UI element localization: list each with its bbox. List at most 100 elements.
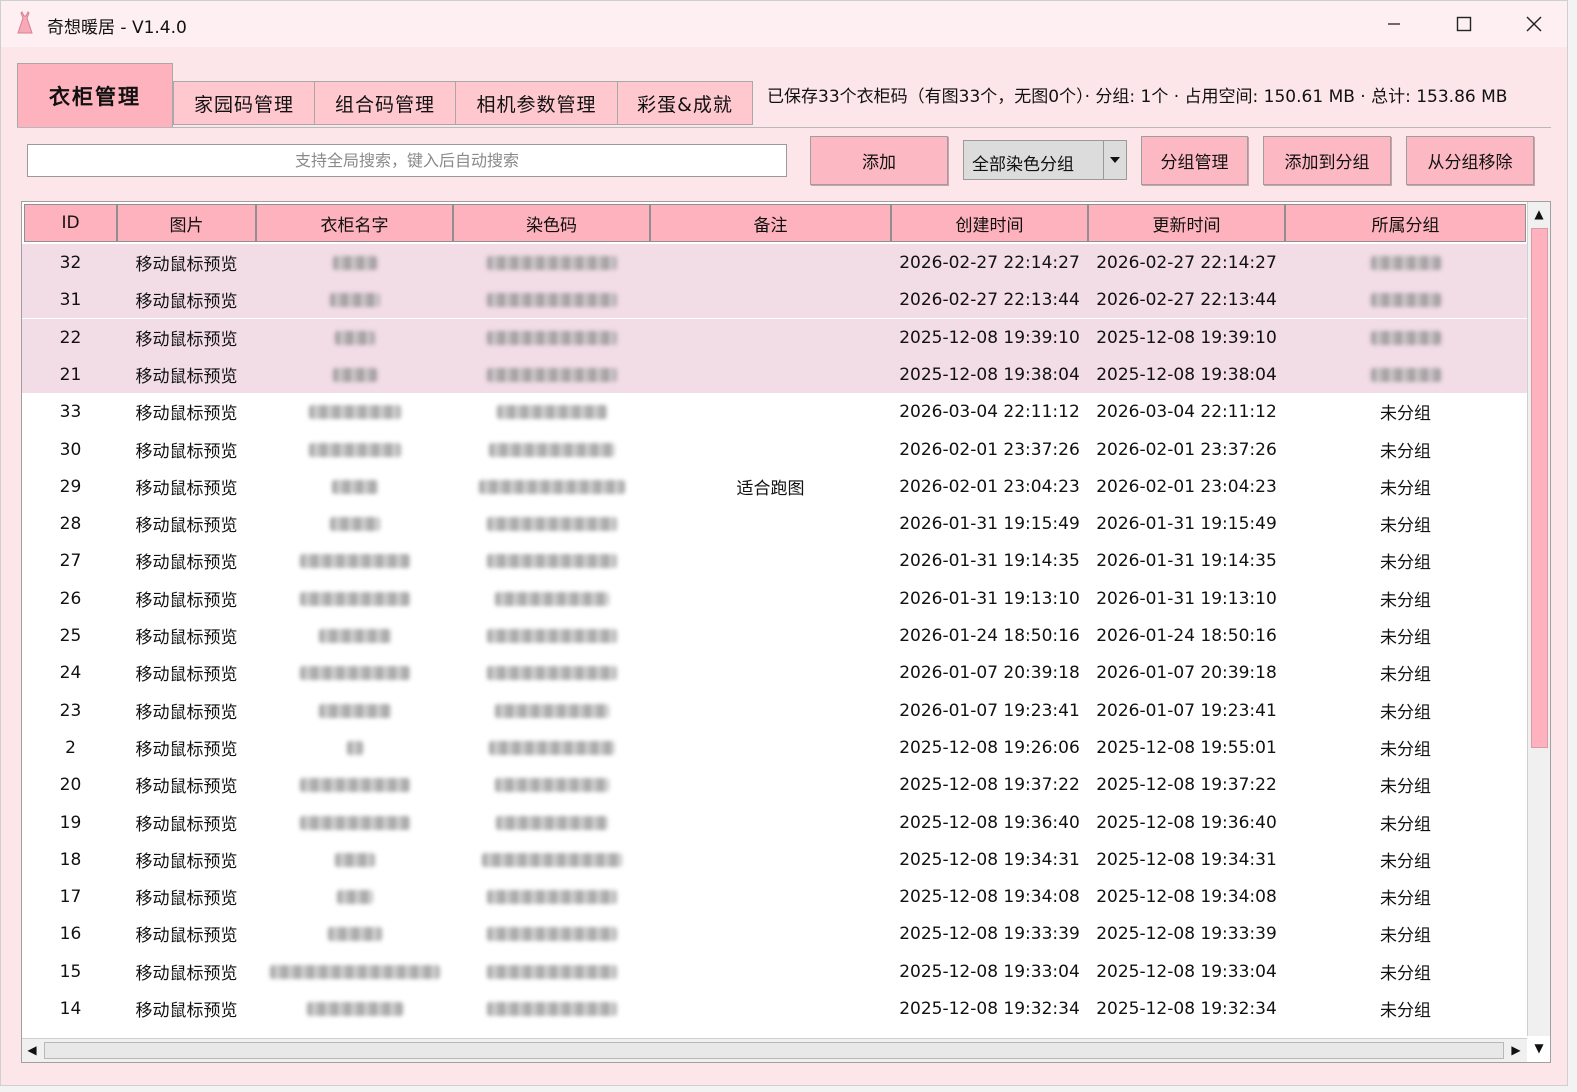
table-row[interactable]: 18 移动鼠标预览 2025-12-08 19:34:31 2025-12-08 19… <box>22 841 1527 878</box>
cell-image-preview[interactable]: 移动鼠标预览 <box>117 729 256 766</box>
chevron-down-icon[interactable] <box>1103 141 1126 179</box>
add-to-group-button[interactable]: 添加到分组 <box>1263 136 1391 185</box>
column-header-name[interactable]: 衣柜名字 <box>256 204 453 242</box>
cell-image-preview[interactable]: 移动鼠标预览 <box>117 804 256 841</box>
scroll-left-icon[interactable]: ◀ <box>22 1040 42 1060</box>
column-header-created[interactable]: 创建时间 <box>891 204 1088 242</box>
cell-updated-time: 2025-12-08 19:34:31 <box>1096 849 1277 870</box>
cell-wardrobe-name <box>256 692 453 729</box>
tab-camera-params[interactable]: 相机参数管理 <box>455 81 618 125</box>
scroll-down-icon[interactable]: ▼ <box>1529 1038 1549 1058</box>
column-header-group[interactable]: 所属分组 <box>1285 204 1526 242</box>
cell-image-preview[interactable]: 移动鼠标预览 <box>117 281 256 318</box>
add-button[interactable]: 添加 <box>810 136 948 185</box>
table-row[interactable]: 29 移动鼠标预览 适合跑图 2026-02-01 23:04:23 2026-02-0… <box>22 468 1527 505</box>
cell-image-preview[interactable]: 移动鼠标预览 <box>117 542 256 579</box>
cell-image-preview[interactable]: 移动鼠标预览 <box>117 692 256 729</box>
cell-image-preview[interactable]: 移动鼠标预览 <box>117 505 256 542</box>
cell-note <box>650 804 891 841</box>
column-header-dye-code[interactable]: 染色码 <box>453 204 650 242</box>
column-header-image[interactable]: 图片 <box>117 204 256 242</box>
scroll-up-icon[interactable]: ▲ <box>1529 204 1549 224</box>
group-filter-select[interactable]: 全部染色分组 <box>963 140 1127 180</box>
table-row[interactable]: 22 移动鼠标预览 2025-12-08 19:39:10 2025-12-08 19… <box>22 319 1527 356</box>
table-row[interactable]: 25 移动鼠标预览 2026-01-24 18:50:16 2026-01-24 18… <box>22 617 1527 654</box>
redacted-text <box>486 926 617 941</box>
group-manage-button[interactable]: 分组管理 <box>1141 136 1248 185</box>
minimize-button[interactable] <box>1359 1 1429 47</box>
redacted-text <box>488 740 615 755</box>
table-row[interactable]: 19 移动鼠标预览 2025-12-08 19:36:40 2025-12-08 19… <box>22 804 1527 841</box>
table-header: ID 图片 衣柜名字 染色码 备注 创建时间 更新时间 所属分组 <box>22 202 1527 244</box>
cell-image-preview[interactable]: 移动鼠标预览 <box>117 766 256 803</box>
cell-image-preview[interactable]: 移动鼠标预览 <box>117 654 256 691</box>
table-row[interactable]: 24 移动鼠标预览 2026-01-07 20:39:18 2026-01-07 20… <box>22 654 1527 691</box>
close-button[interactable] <box>1499 1 1569 47</box>
cell-image-preview[interactable]: 移动鼠标预览 <box>117 580 256 617</box>
table-row[interactable]: 26 移动鼠标预览 2026-01-31 19:13:10 2026-01-31 19… <box>22 580 1527 617</box>
table-row[interactable]: 21 移动鼠标预览 2025-12-08 19:38:04 2025-12-08 19… <box>22 356 1527 393</box>
cell-image-preview[interactable]: 移动鼠标预览 <box>117 878 256 915</box>
cell-image-preview[interactable]: 移动鼠标预览 <box>117 915 256 952</box>
scroll-right-icon[interactable]: ▶ <box>1506 1040 1526 1060</box>
cell-note <box>650 953 891 990</box>
table-row[interactable]: 27 移动鼠标预览 2026-01-31 19:14:35 2026-01-31 19… <box>22 542 1527 579</box>
cell-image-preview[interactable]: 移动鼠标预览 <box>117 319 256 356</box>
column-header-id[interactable]: ID <box>24 204 117 242</box>
cell-image-preview[interactable]: 移动鼠标预览 <box>117 990 256 1027</box>
tab-combo-code[interactable]: 组合码管理 <box>314 81 456 125</box>
horizontal-scrollbar[interactable]: ◀ ▶ <box>22 1038 1527 1062</box>
cell-created-time: 2025-12-08 19:26:06 <box>899 737 1080 758</box>
table-row[interactable]: 23 移动鼠标预览 2026-01-07 19:23:41 2026-01-07 19… <box>22 692 1527 729</box>
cell-wardrobe-name <box>256 654 453 691</box>
cell-image-preview[interactable]: 移动鼠标预览 <box>117 431 256 468</box>
table-row[interactable]: 33 移动鼠标预览 2026-03-04 22:11:12 2026-03-04 22… <box>22 393 1527 430</box>
cell-image-preview[interactable]: 移动鼠标预览 <box>117 468 256 505</box>
cell-wardrobe-name <box>256 580 453 617</box>
cell-wardrobe-name <box>256 617 453 654</box>
table-row[interactable]: 16 移动鼠标预览 2025-12-08 19:33:39 2025-12-08 19… <box>22 915 1527 952</box>
tab-wardrobe[interactable]: 衣柜管理 <box>17 63 173 127</box>
vertical-scroll-thumb[interactable] <box>1531 228 1548 748</box>
cell-group: 未分组 <box>1380 703 1431 723</box>
horizontal-scroll-thumb[interactable] <box>44 1042 1504 1059</box>
table-row[interactable]: 30 移动鼠标预览 2026-02-01 23:37:26 2026-02-01 23… <box>22 431 1527 468</box>
table-row[interactable]: 15 移动鼠标预览 2025-12-08 19:33:04 2025-12-08 19… <box>22 953 1527 990</box>
cell-image-preview[interactable]: 移动鼠标预览 <box>117 953 256 990</box>
vertical-scrollbar[interactable]: ▲ ▼ <box>1527 202 1550 1055</box>
search-input[interactable] <box>27 144 787 177</box>
maximize-button[interactable] <box>1429 1 1499 47</box>
table-row[interactable]: 14 移动鼠标预览 2025-12-08 19:32:34 2025-12-08 19… <box>22 990 1527 1027</box>
tab-home-code[interactable]: 家园码管理 <box>173 81 315 125</box>
redacted-text <box>488 442 615 457</box>
tab-easter-eggs[interactable]: 彩蛋&成就 <box>617 81 753 125</box>
table-row[interactable]: 31 移动鼠标预览 2026-02-27 22:13:44 2026-02-27 22… <box>22 281 1527 318</box>
table-row[interactable]: 28 移动鼠标预览 2026-01-31 19:15:49 2026-01-31 19… <box>22 505 1527 542</box>
column-header-updated[interactable]: 更新时间 <box>1088 204 1285 242</box>
cell-id: 28 <box>59 513 82 534</box>
cell-image-preview[interactable]: 移动鼠标预览 <box>117 356 256 393</box>
cell-group <box>1285 356 1526 393</box>
cell-image-preview[interactable]: 移动鼠标预览 <box>117 393 256 430</box>
table-row[interactable]: 2 移动鼠标预览 2025-12-08 19:26:06 2025-12-08 19:… <box>22 729 1527 766</box>
redacted-text <box>327 926 382 941</box>
cell-created-time: 2026-01-07 19:23:41 <box>899 700 1080 721</box>
cell-created-time: 2025-12-08 19:33:39 <box>899 923 1080 944</box>
cell-id: 26 <box>59 588 82 609</box>
column-header-note[interactable]: 备注 <box>650 204 891 242</box>
cell-group: 未分组 <box>1380 591 1431 611</box>
cell-dye-code <box>453 319 650 356</box>
cell-wardrobe-name <box>256 356 453 393</box>
table-row[interactable]: 32 移动鼠标预览 2026-02-27 22:14:27 2026-02-27 22… <box>22 244 1527 281</box>
cell-image-preview[interactable]: 移动鼠标预览 <box>117 244 256 281</box>
cell-image-preview[interactable]: 移动鼠标预览 <box>117 617 256 654</box>
redacted-text <box>318 703 391 718</box>
table-row[interactable]: 17 移动鼠标预览 2025-12-08 19:34:08 2025-12-08 19… <box>22 878 1527 915</box>
redacted-text <box>329 292 380 307</box>
redacted-text <box>486 964 617 979</box>
cell-image-preview[interactable]: 移动鼠标预览 <box>117 841 256 878</box>
cell-updated-time: 2026-01-31 19:13:10 <box>1096 588 1277 609</box>
table-row[interactable]: 20 移动鼠标预览 2025-12-08 19:37:22 2025-12-08 19… <box>22 766 1527 803</box>
remove-from-group-button[interactable]: 从分组移除 <box>1406 136 1534 185</box>
cell-group: 未分组 <box>1380 777 1431 797</box>
